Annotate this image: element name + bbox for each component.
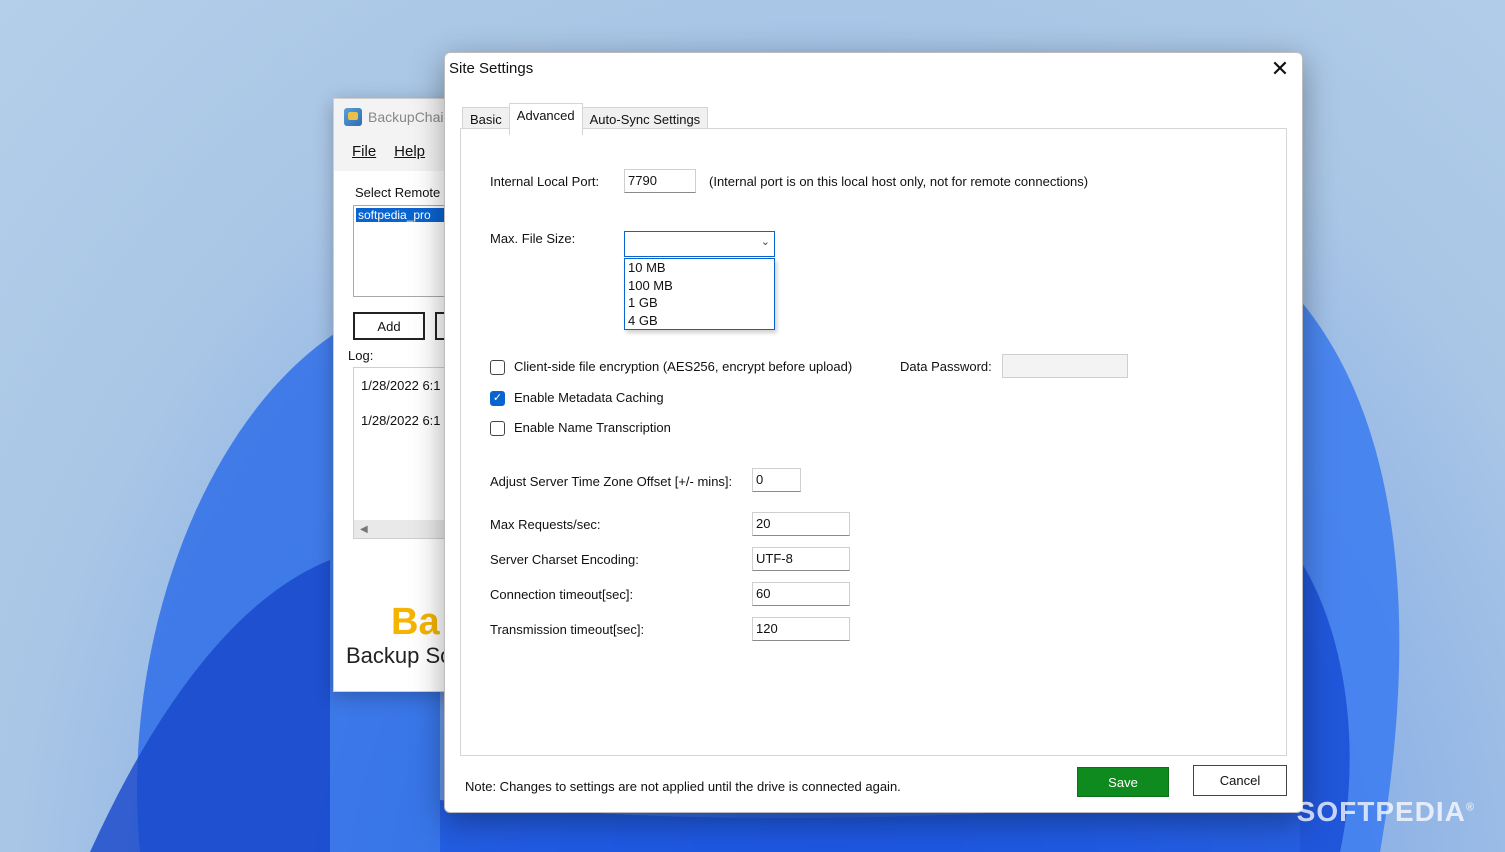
max-requests-input[interactable]: 20 <box>752 512 850 536</box>
max-file-size-select[interactable]: ⌄ <box>624 231 775 257</box>
connection-timeout-input[interactable]: 60 <box>752 582 850 606</box>
max-file-size-label: Max. File Size: <box>490 231 576 246</box>
add-button[interactable]: Add <box>353 312 425 340</box>
select-remote-label: Select Remote <box>355 185 441 200</box>
dropdown-option[interactable]: 1 GB <box>625 294 774 312</box>
site-settings-dialog: Site Settings ✕ Basic Advanced Auto-Sync… <box>444 52 1303 813</box>
transmission-timeout-input[interactable]: 120 <box>752 617 850 641</box>
connection-timeout-label: Connection timeout[sec]: <box>490 587 634 602</box>
charset-input[interactable]: UTF-8 <box>752 547 850 571</box>
scroll-left-icon[interactable]: ◀ <box>360 524 368 535</box>
max-requests-label: Max Requests/sec: <box>490 517 601 532</box>
save-button[interactable]: Save <box>1077 767 1169 797</box>
background-app-titlebar: BackupChai <box>344 107 444 127</box>
name-transcription-checkbox[interactable] <box>490 421 505 436</box>
cancel-button[interactable]: Cancel <box>1193 765 1287 796</box>
tz-offset-label: Adjust Server Time Zone Offset [+/- mins… <box>490 474 733 489</box>
max-file-size-dropdown: 10 MB 100 MB 1 GB 4 GB <box>624 258 775 330</box>
log-line: 1/28/2022 6:1 <box>361 413 441 428</box>
data-password-label: Data Password: <box>900 359 992 374</box>
tab-advanced[interactable]: Advanced <box>508 103 583 135</box>
log-line: 1/28/2022 6:1 <box>361 378 441 393</box>
internal-port-label: Internal Local Port: <box>490 174 600 189</box>
settings-note: Note: Changes to settings are not applie… <box>465 779 901 794</box>
internal-port-input[interactable]: 7790 <box>624 169 696 193</box>
metadata-caching-label: Enable Metadata Caching <box>514 390 664 405</box>
tz-offset-input[interactable]: 0 <box>752 468 801 492</box>
advanced-panel: Internal Local Port: 7790 (Internal port… <box>460 128 1287 756</box>
brand-logo-text: Ba <box>391 601 440 643</box>
menu-help[interactable]: Help <box>394 143 425 160</box>
app-icon <box>344 108 362 126</box>
metadata-caching-checkbox[interactable]: ✓ <box>490 391 505 406</box>
brand-name-text: Backup Sc <box>346 643 452 668</box>
background-app-menubar: File Help <box>352 143 425 160</box>
dropdown-option[interactable]: 100 MB <box>625 277 774 295</box>
dialog-title: Site Settings <box>449 60 534 77</box>
dropdown-option[interactable]: 10 MB <box>625 259 774 277</box>
log-label: Log: <box>348 348 374 363</box>
data-password-input[interactable] <box>1002 354 1128 378</box>
encryption-label: Client-side file encryption (AES256, enc… <box>514 359 853 374</box>
dropdown-option[interactable]: 4 GB <box>625 312 774 330</box>
encryption-checkbox[interactable] <box>490 360 505 375</box>
menu-file[interactable]: File <box>352 143 376 160</box>
name-transcription-label: Enable Name Transcription <box>514 420 671 435</box>
internal-port-note: (Internal port is on this local host onl… <box>709 174 1089 189</box>
close-icon[interactable]: ✕ <box>1268 57 1292 81</box>
background-app-title: BackupChai <box>368 109 444 125</box>
charset-label: Server Charset Encoding: <box>490 552 639 567</box>
chevron-down-icon[interactable]: ⌄ <box>761 235 770 248</box>
softpedia-watermark: SOFTPEDIA® <box>1296 796 1475 827</box>
transmission-timeout-label: Transmission timeout[sec]: <box>490 622 645 637</box>
